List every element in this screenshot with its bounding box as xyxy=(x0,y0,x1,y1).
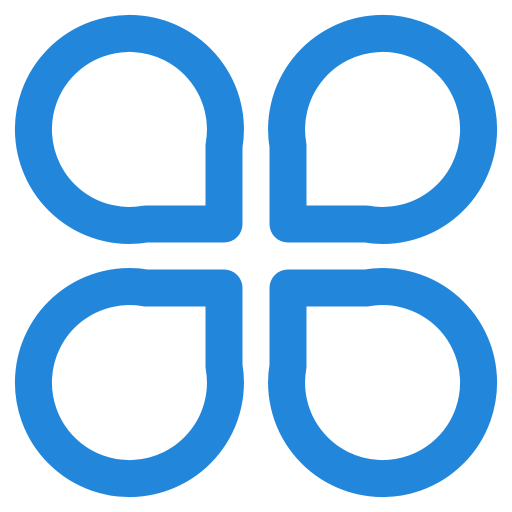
petal-top-right xyxy=(268,14,498,244)
clover-icon-container xyxy=(0,0,512,512)
four-petal-clover-icon xyxy=(14,14,498,498)
petal-top-left xyxy=(14,14,244,244)
petal-bottom-left xyxy=(14,268,244,498)
petal-bottom-right xyxy=(268,268,498,498)
